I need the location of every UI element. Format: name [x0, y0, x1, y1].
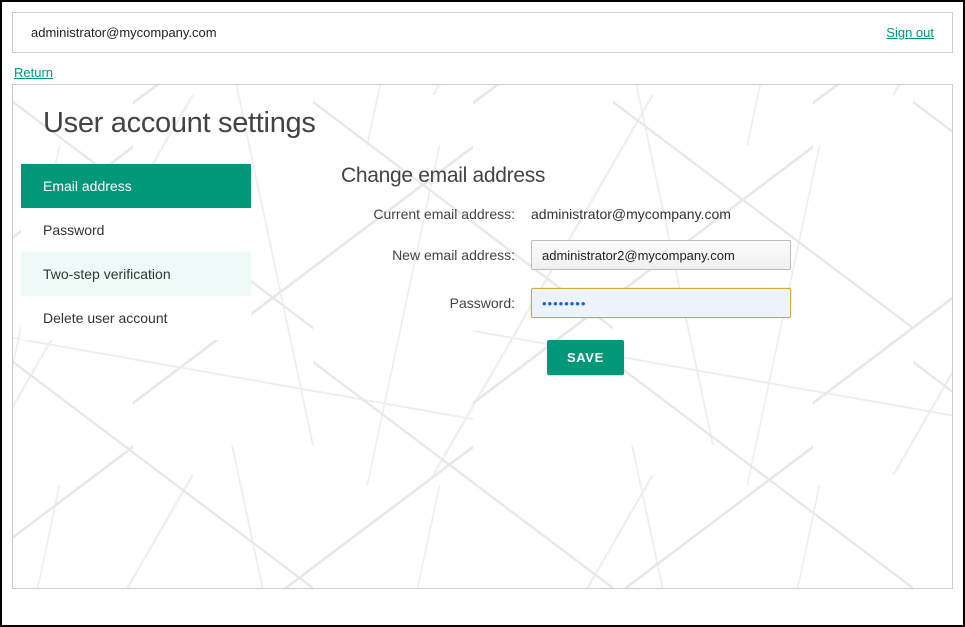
new-email-label: New email address:: [341, 247, 531, 263]
sidebar-item-password[interactable]: Password: [21, 208, 251, 252]
main-panel: User account settings Email address Pass…: [12, 84, 953, 589]
save-button[interactable]: SAVE: [547, 340, 624, 375]
sidebar-item-two-step-verification[interactable]: Two-step verification: [21, 252, 251, 296]
change-email-form: Change email address Current email addre…: [251, 164, 952, 375]
current-email-value: administrator@mycompany.com: [531, 206, 731, 222]
sidebar-item-label: Password: [43, 222, 104, 238]
sidebar-item-delete-user-account[interactable]: Delete user account: [21, 296, 251, 340]
signout-link[interactable]: Sign out: [886, 25, 934, 40]
sidebar-item-label: Delete user account: [43, 310, 168, 326]
header-bar: administrator@mycompany.com Sign out: [12, 12, 953, 53]
header-user-email: administrator@mycompany.com: [31, 25, 217, 40]
password-label: Password:: [341, 295, 531, 311]
return-link[interactable]: Return: [14, 65, 53, 80]
settings-sidebar: Email address Password Two-step verifica…: [21, 164, 251, 340]
section-title: Change email address: [341, 164, 912, 188]
sidebar-item-label: Email address: [43, 178, 132, 194]
sidebar-item-label: Two-step verification: [43, 266, 171, 282]
password-input[interactable]: [531, 288, 791, 318]
page-title: User account settings: [43, 107, 952, 140]
new-email-input[interactable]: [531, 240, 791, 270]
current-email-label: Current email address:: [341, 206, 531, 222]
sidebar-item-email-address[interactable]: Email address: [21, 164, 251, 208]
